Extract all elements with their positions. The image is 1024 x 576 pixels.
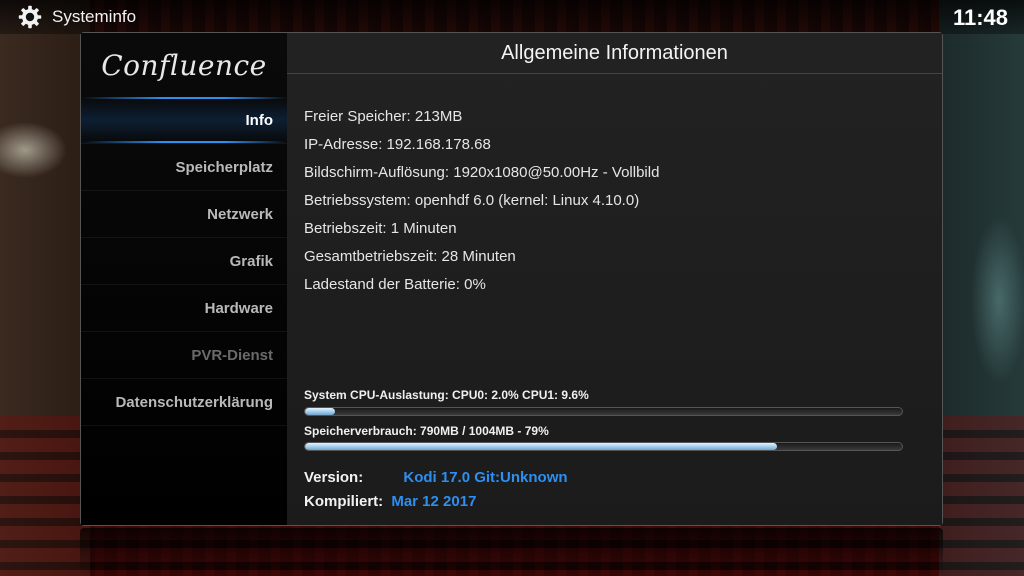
version-key: Version: [304,469,364,486]
compiled-row: Kompiliert: Mar 12 2017 [304,493,476,510]
sidebar-item-hardware[interactable]: Hardware [81,285,287,332]
system-info-panel: Confluence Info Speicherplatz Netzwerk G… [80,32,943,526]
info-operating-system: Betriebssystem: openhdf 6.0 (kernel: Lin… [304,192,640,209]
memory-usage-label: Speicherverbrauch: 790MB / 1004MB - 79% [304,424,549,438]
cpu-usage-label: System CPU-Auslastung: CPU0: 2.0% CPU1: … [304,388,589,402]
info-uptime: Betriebszeit: 1 Minuten [304,220,457,237]
page-title: Allgemeine Informationen [287,33,942,74]
sidebar: Confluence Info Speicherplatz Netzwerk G… [81,33,287,525]
info-screen-resolution: Bildschirm-Auflösung: 1920x1080@50.00Hz … [304,164,660,181]
compiled-key: Kompiliert: [304,493,384,510]
sidebar-item-netzwerk[interactable]: Netzwerk [81,191,287,238]
sidebar-item-info[interactable]: Info [81,97,287,144]
memory-usage-bar [304,442,903,451]
sidebar-item-datenschutz[interactable]: Datenschutzerklärung [81,379,287,426]
info-list: Freier Speicher: 213MB IP-Adresse: 192.1… [304,103,659,299]
sidebar-item-speicherplatz[interactable]: Speicherplatz [81,144,287,191]
confluence-logo: Confluence [101,49,267,82]
clock: 11:48 [952,5,1008,30]
info-ip-address: IP-Adresse: 192.168.178.68 [304,136,491,153]
info-total-uptime: Gesamtbetriebszeit: 28 Minuten [304,248,516,265]
cpu-usage-fill [305,408,335,415]
version-row: Version: Kodi 17.0 Git:Unknown [304,469,568,486]
panel-reflection [80,528,943,576]
window-title: Systeminfo [52,7,137,26]
info-free-memory: Freier Speicher: 213MB [304,108,463,125]
memory-usage-fill [305,443,777,450]
sidebar-menu: Info Speicherplatz Netzwerk Grafik Hardw… [81,97,287,426]
top-bar: Systeminfo 11:48 [0,0,1024,34]
compiled-value: Mar 12 2017 [391,493,477,510]
content-area: Allgemeine Informationen Freier Speicher… [287,33,942,525]
info-battery-level: Ladestand der Batterie: 0% [304,276,486,293]
gear-icon [18,5,42,29]
cpu-usage-bar [304,407,903,416]
sidebar-item-grafik[interactable]: Grafik [81,238,287,285]
sidebar-item-pvr-dienst[interactable]: PVR-Dienst [81,332,287,379]
version-value: Kodi 17.0 Git:Unknown [403,469,568,486]
